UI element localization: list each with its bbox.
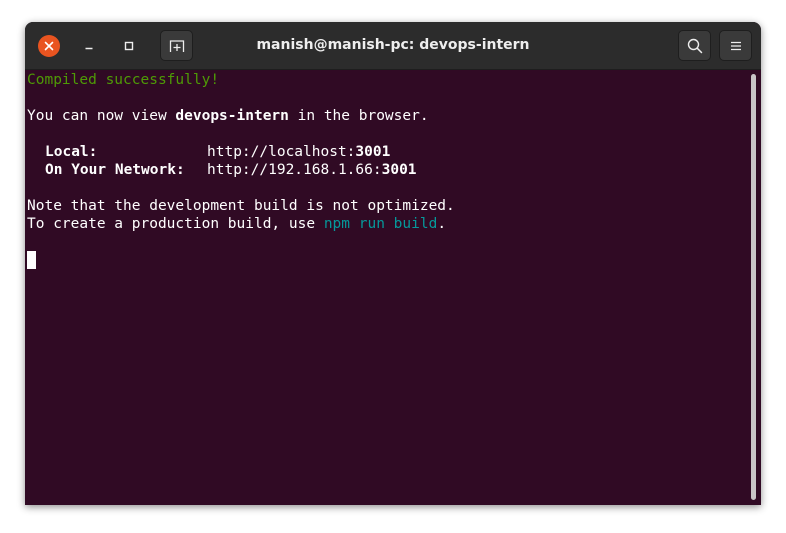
view-suffix: in the browser. <box>288 108 429 124</box>
window-title: manish@manish-pc: devops-intern <box>256 37 530 53</box>
close-icon <box>44 41 54 51</box>
hamburger-menu-icon <box>730 41 741 50</box>
search-icon <box>687 38 702 53</box>
production-command: npm run build <box>323 216 438 232</box>
production-suffix: . <box>437 216 447 232</box>
production-line: To create a production build, use npm ru… <box>27 215 446 233</box>
maximize-icon <box>124 41 134 51</box>
menu-button[interactable] <box>719 30 752 61</box>
network-port: 3001 <box>381 162 417 178</box>
local-url-prefix: http://localhost: <box>207 144 356 160</box>
compiled-message: Compiled successfully! <box>27 72 220 88</box>
note-line: Note that the development build is not o… <box>27 198 455 214</box>
scrollbar[interactable] <box>751 74 756 500</box>
view-line: You can now view devops-intern in the br… <box>27 107 429 125</box>
new-tab-icon <box>169 39 184 52</box>
close-button[interactable] <box>38 35 60 57</box>
terminal-output[interactable]: Compiled successfully! You can now view … <box>27 70 745 505</box>
network-url-prefix: http://192.168.1.66: <box>207 162 382 178</box>
maximize-button[interactable] <box>118 35 140 57</box>
network-url: http://192.168.1.66:3001 <box>207 161 417 179</box>
minimize-button[interactable] <box>78 35 100 57</box>
terminal-window: manish@manish-pc: devops-intern Compiled… <box>25 22 761 505</box>
network-label: On Your Network: <box>45 162 185 178</box>
local-label: Local: <box>45 144 98 160</box>
local-url: http://localhost:3001 <box>207 143 390 161</box>
minimize-icon <box>85 47 93 50</box>
titlebar[interactable]: manish@manish-pc: devops-intern <box>25 22 761 70</box>
new-tab-button[interactable] <box>160 30 193 61</box>
production-prefix: To create a production build, use <box>27 216 324 232</box>
app-name: devops-intern <box>175 108 289 124</box>
local-port: 3001 <box>355 144 391 160</box>
view-prefix: You can now view <box>27 108 176 124</box>
text-cursor <box>27 251 36 269</box>
search-button[interactable] <box>678 30 711 61</box>
